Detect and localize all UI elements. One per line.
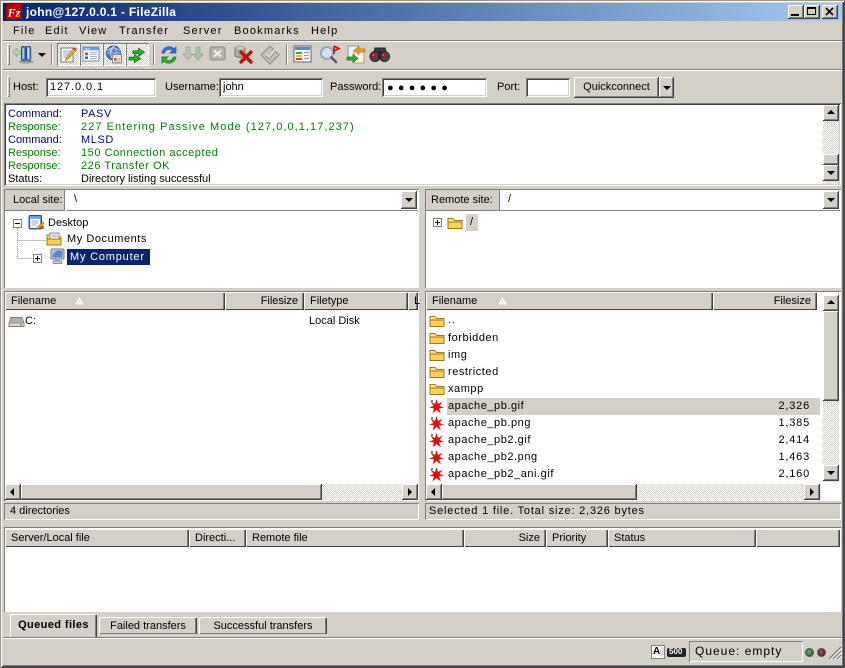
svg-text:Fz: Fz [7, 6, 21, 20]
